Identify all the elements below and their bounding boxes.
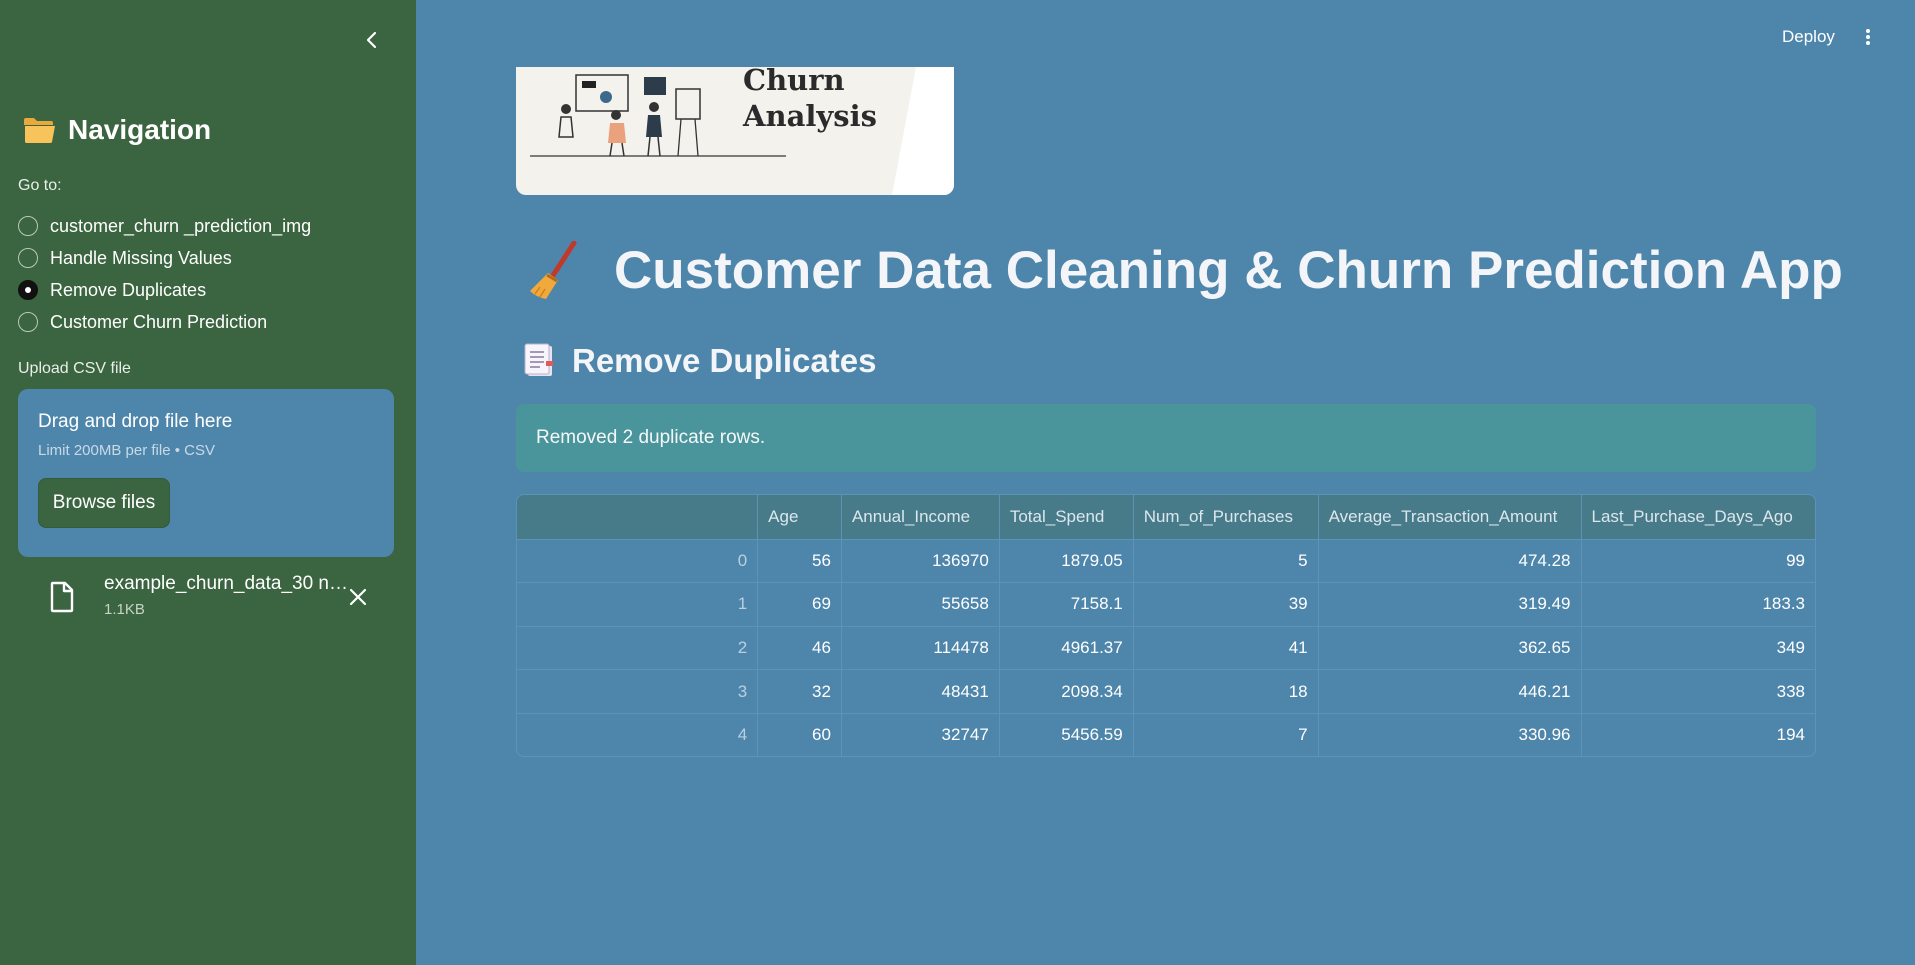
table-cell[interactable]: 32747 <box>841 713 1000 756</box>
goto-label: Go to: <box>18 177 62 194</box>
uploaded-file: example_churn_data_30 n… 1.1KB <box>44 573 384 625</box>
page-title: Customer Data Cleaning & Churn Predictio… <box>526 240 1843 301</box>
table-cell[interactable]: 7 <box>1133 713 1319 756</box>
table-cell[interactable]: 7158.1 <box>999 582 1134 627</box>
radio-button[interactable] <box>18 248 38 268</box>
table-cell[interactable]: 48431 <box>841 669 1000 714</box>
section-title-text: Remove Duplicates <box>572 342 877 379</box>
table-cell[interactable]: 349 <box>1581 626 1815 671</box>
sidebar: Navigation Go to: customer_churn _predic… <box>0 0 416 965</box>
collapse-sidebar-button[interactable] <box>358 26 386 54</box>
main-menu-icon[interactable] <box>1860 26 1876 48</box>
table-cell[interactable]: 4961.37 <box>999 626 1134 671</box>
dataframe-table[interactable]: Age Annual_Income Total_Spend Num_of_Pur… <box>516 494 1816 757</box>
close-icon[interactable] <box>346 585 370 609</box>
nav-option-label: Handle Missing Values <box>50 247 232 268</box>
deploy-button[interactable]: Deploy <box>1782 27 1835 47</box>
upload-label: Upload CSV file <box>18 360 131 377</box>
table-row: 3 32 48431 2098.34 18 446.21 338 <box>517 669 1815 714</box>
radio-button-selected[interactable] <box>18 280 38 300</box>
table-cell-index[interactable]: 2 <box>517 626 759 671</box>
table-cell[interactable]: 330.96 <box>1318 713 1582 756</box>
column-header-last-purchase-days-ago[interactable]: Last_Purchase_Days_Ago <box>1581 495 1815 540</box>
broom-icon <box>530 240 577 299</box>
table-cell[interactable]: 39 <box>1133 582 1319 627</box>
dropzone-limit-text: Limit 200MB per file • CSV <box>38 442 215 459</box>
data-table: Age Annual_Income Total_Spend Num_of_Pur… <box>517 495 1815 756</box>
section-title: Remove Duplicates <box>522 342 876 380</box>
table-cell-index[interactable]: 1 <box>517 582 759 627</box>
table-cell[interactable]: 319.49 <box>1318 582 1582 627</box>
table-row: 4 60 32747 5456.59 7 330.96 194 <box>517 713 1815 756</box>
file-name: example_churn_data_30 n… <box>104 573 349 594</box>
radio-button[interactable] <box>18 312 38 332</box>
browse-files-button[interactable]: Browse files <box>38 478 170 528</box>
table-cell[interactable]: 136970 <box>841 539 1000 584</box>
table-row: 2 46 114478 4961.37 41 362.65 349 <box>517 626 1815 671</box>
table-cell[interactable]: 69 <box>757 582 842 627</box>
table-cell[interactable]: 55658 <box>841 582 1000 627</box>
churn-analysis-banner-image: Churn Analysis <box>516 67 954 195</box>
table-cell[interactable]: 1879.05 <box>999 539 1134 584</box>
nav-option-remove-duplicates[interactable]: Remove Duplicates <box>18 274 311 306</box>
success-alert: Removed 2 duplicate rows. <box>516 404 1816 472</box>
column-header-num-of-purchases[interactable]: Num_of_Purchases <box>1133 495 1319 540</box>
table-cell[interactable]: 18 <box>1133 669 1319 714</box>
file-icon <box>50 581 74 613</box>
table-cell[interactable]: 60 <box>757 713 842 756</box>
banner-text: Churn Analysis <box>743 67 877 134</box>
column-header-total-spend[interactable]: Total_Spend <box>999 495 1134 540</box>
table-cell[interactable]: 5 <box>1133 539 1319 584</box>
table-row: 1 69 55658 7158.1 39 319.49 183.3 <box>517 582 1815 627</box>
table-cell[interactable]: 56 <box>757 539 842 584</box>
nav-option-label: customer_churn _prediction_img <box>50 215 312 236</box>
table-cell[interactable]: 99 <box>1581 539 1815 584</box>
radio-button[interactable] <box>18 216 38 236</box>
document-icon <box>524 343 553 376</box>
navigation-radio-group: customer_churn _prediction_img Handle Mi… <box>18 210 311 338</box>
table-cell[interactable]: 474.28 <box>1318 539 1582 584</box>
column-header-age[interactable]: Age <box>757 495 842 540</box>
nav-option-handle-missing-values[interactable]: Handle Missing Values <box>18 242 311 274</box>
table-cell[interactable]: 5456.59 <box>999 713 1134 756</box>
table-cell[interactable]: 362.65 <box>1318 626 1582 671</box>
file-dropzone[interactable]: Drag and drop file here Limit 200MB per … <box>18 389 394 557</box>
table-cell[interactable]: 41 <box>1133 626 1319 671</box>
table-cell[interactable]: 194 <box>1581 713 1815 756</box>
table-header-row: Age Annual_Income Total_Spend Num_of_Pur… <box>517 495 1815 540</box>
office-illustration <box>530 67 954 195</box>
table-cell[interactable]: 338 <box>1581 669 1815 714</box>
dropzone-title: Drag and drop file here <box>38 411 233 432</box>
column-header-annual-income[interactable]: Annual_Income <box>841 495 1000 540</box>
nav-option-label: Remove Duplicates <box>50 279 207 300</box>
column-header-average-transaction-amount[interactable]: Average_Transaction_Amount <box>1318 495 1582 540</box>
column-header-index[interactable] <box>517 495 759 540</box>
table-cell[interactable]: 32 <box>757 669 842 714</box>
nav-option-prediction-img[interactable]: customer_churn _prediction_img <box>18 210 311 242</box>
table-cell[interactable]: 114478 <box>841 626 1000 671</box>
table-cell[interactable]: 46 <box>757 626 842 671</box>
nav-option-customer-churn-prediction[interactable]: Customer Churn Prediction <box>18 306 311 338</box>
file-size: 1.1KB <box>104 601 145 618</box>
folder-icon <box>24 118 55 143</box>
banner-text-line2: Analysis <box>743 99 877 133</box>
chevron-left-icon <box>366 31 377 49</box>
table-row: 0 56 136970 1879.05 5 474.28 99 <box>517 539 1815 584</box>
table-cell-index[interactable]: 3 <box>517 669 759 714</box>
table-cell-index[interactable]: 4 <box>517 713 759 756</box>
sidebar-title: Navigation <box>22 114 211 146</box>
sidebar-title-text: Navigation <box>68 114 212 145</box>
file-info: example_churn_data_30 n… 1.1KB <box>104 573 350 618</box>
alert-text: Removed 2 duplicate rows. <box>536 427 766 448</box>
page-title-text: Customer Data Cleaning & Churn Predictio… <box>614 241 1843 300</box>
banner-text-line1: Churn <box>743 67 845 97</box>
table-cell[interactable]: 2098.34 <box>999 669 1134 714</box>
table-cell-index[interactable]: 0 <box>517 539 759 584</box>
table-cell[interactable]: 183.3 <box>1581 582 1815 627</box>
nav-option-label: Customer Churn Prediction <box>50 311 268 332</box>
table-cell[interactable]: 446.21 <box>1318 669 1582 714</box>
